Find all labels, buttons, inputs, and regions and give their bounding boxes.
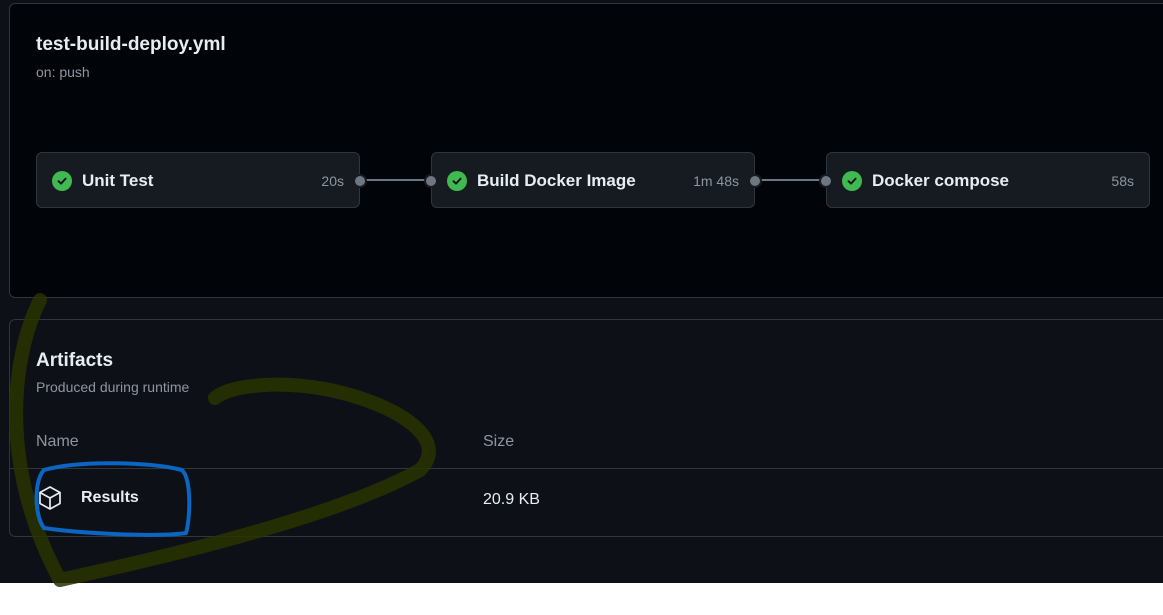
artifact-link-results[interactable]: Results (36, 484, 139, 512)
job-name: Build Docker Image (477, 171, 636, 190)
success-check-icon (52, 171, 72, 191)
job-connector-line (761, 179, 825, 181)
job-duration: 58s (1111, 173, 1134, 189)
artifacts-subtitle: Produced during runtime (36, 379, 190, 395)
artifacts-panel: Artifacts Produced during runtime Name S… (9, 319, 1163, 537)
job-name: Docker compose (872, 171, 1009, 190)
job-connector-line (366, 179, 430, 181)
column-header-size: Size (483, 433, 515, 450)
job-docker-compose[interactable]: Docker compose 58s (826, 152, 1150, 208)
table-divider (10, 468, 1163, 469)
package-icon (36, 484, 64, 512)
job-duration: 1m 48s (693, 173, 739, 189)
job-duration: 20s (321, 173, 344, 189)
workflow-title: test-build-deploy.yml (36, 34, 226, 55)
job-name: Unit Test (82, 171, 154, 190)
job-build-docker-image[interactable]: Build Docker Image 1m 48s (431, 152, 755, 208)
workflow-graph-panel: test-build-deploy.yml on: push Unit Test… (9, 3, 1163, 298)
job-unit-test[interactable]: Unit Test 20s (36, 152, 360, 208)
artifact-name: Results (81, 489, 139, 506)
connector-dot (819, 174, 833, 188)
workflow-trigger: on: push (36, 64, 90, 80)
success-check-icon (842, 171, 862, 191)
success-check-icon (447, 171, 467, 191)
artifact-size: 20.9 KB (483, 491, 540, 508)
connector-dot (353, 174, 367, 188)
connector-dot (424, 174, 438, 188)
connector-dot (748, 174, 762, 188)
artifacts-title: Artifacts (36, 350, 114, 371)
column-header-name: Name (36, 433, 79, 450)
